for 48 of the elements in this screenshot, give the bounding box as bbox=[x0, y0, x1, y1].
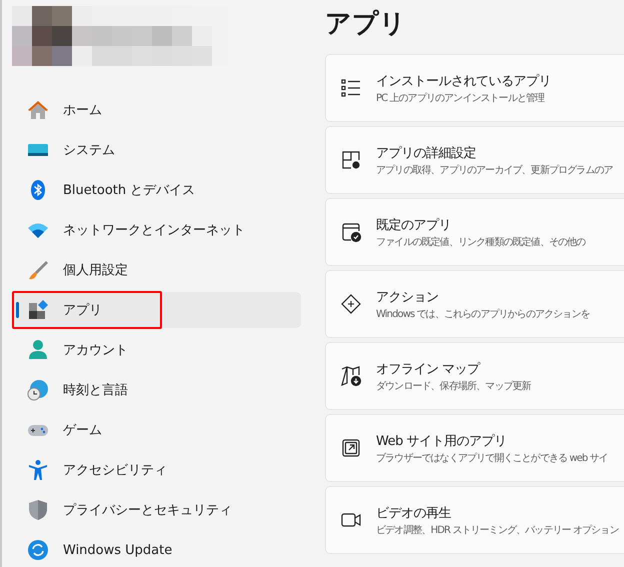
nav-item[interactable]: アプリ bbox=[12, 292, 301, 328]
check-icon bbox=[340, 221, 362, 243]
card-title: オフライン マップ bbox=[376, 360, 482, 378]
home-icon bbox=[27, 99, 49, 121]
account-icon bbox=[27, 339, 49, 361]
access-icon bbox=[27, 459, 49, 481]
settings-card[interactable]: オフライン マップ ダウンロード、保存場所、マップ更新 bbox=[325, 342, 624, 410]
action-icon bbox=[340, 293, 362, 315]
nav-item[interactable]: ホーム bbox=[12, 92, 301, 128]
card-title: ビデオの再生 bbox=[376, 504, 452, 522]
settings-card[interactable]: アプリの詳細設定 アプリの取得、アプリのアーカイブ、更新プログラムのア bbox=[325, 126, 624, 194]
nav-item[interactable]: Bluetooth とデバイス bbox=[12, 172, 301, 208]
card-description: ファイルの既定値、リンク種類の既定値、その他の bbox=[376, 236, 586, 248]
nav-item[interactable]: プライバシーとセキュリティ bbox=[12, 492, 301, 528]
settings-card[interactable]: Web サイト用のアプリ ブラウザーではなくアプリで開くことができる web サイ bbox=[325, 414, 624, 482]
time-icon bbox=[27, 379, 49, 401]
card-description: ビデオ調整、HDR ストリーミング、バッテリー オプション bbox=[376, 524, 618, 536]
nav-item[interactable]: システム bbox=[12, 132, 301, 168]
list-icon bbox=[340, 77, 362, 99]
settings-card[interactable]: 既定のアプリ ファイルの既定値、リンク種類の既定値、その他の bbox=[325, 198, 624, 266]
card-description: Windows では、これらのアプリからのアクションを bbox=[376, 308, 590, 320]
card-title: アクション bbox=[376, 288, 440, 306]
card-title: 既定のアプリ bbox=[376, 216, 452, 234]
brush-icon bbox=[27, 259, 49, 281]
nav-item[interactable]: アカウント bbox=[12, 332, 301, 368]
card-description: アプリの取得、アプリのアーカイブ、更新プログラムのア bbox=[376, 164, 613, 176]
card-title: Web サイト用のアプリ bbox=[376, 432, 508, 450]
nav-item[interactable]: ネットワークとインターネット bbox=[12, 212, 301, 248]
nav-item[interactable]: アクセシビリティ bbox=[12, 452, 301, 488]
card-description: ダウンロード、保存場所、マップ更新 bbox=[376, 380, 531, 392]
nav-item[interactable]: Windows Update bbox=[12, 532, 301, 567]
shield-icon bbox=[27, 499, 49, 521]
settings-card[interactable]: インストールされているアプリ PC 上のアプリのアンインストールと管理 bbox=[325, 54, 624, 122]
web-icon bbox=[340, 437, 362, 459]
apps-icon bbox=[27, 299, 49, 321]
card-description: ブラウザーではなくアプリで開くことができる web サイ bbox=[376, 452, 608, 464]
card-title: インストールされているアプリ bbox=[376, 72, 551, 90]
settings-card[interactable]: ビデオの再生 ビデオ調整、HDR ストリーミング、バッテリー オプション bbox=[325, 486, 624, 554]
map-icon bbox=[340, 365, 362, 387]
nav-item[interactable]: 個人用設定 bbox=[12, 252, 301, 288]
settings-card[interactable]: アクション Windows では、これらのアプリからのアクションを bbox=[325, 270, 624, 338]
page-title: アプリ bbox=[325, 8, 407, 40]
selection-indicator bbox=[16, 302, 19, 318]
nav-item[interactable]: ゲーム bbox=[12, 412, 301, 448]
card-title: アプリの詳細設定 bbox=[376, 144, 477, 162]
nav-item[interactable]: 時刻と言語 bbox=[12, 372, 301, 408]
card-description: PC 上のアプリのアンインストールと管理 bbox=[376, 92, 546, 104]
update-icon bbox=[27, 539, 49, 561]
